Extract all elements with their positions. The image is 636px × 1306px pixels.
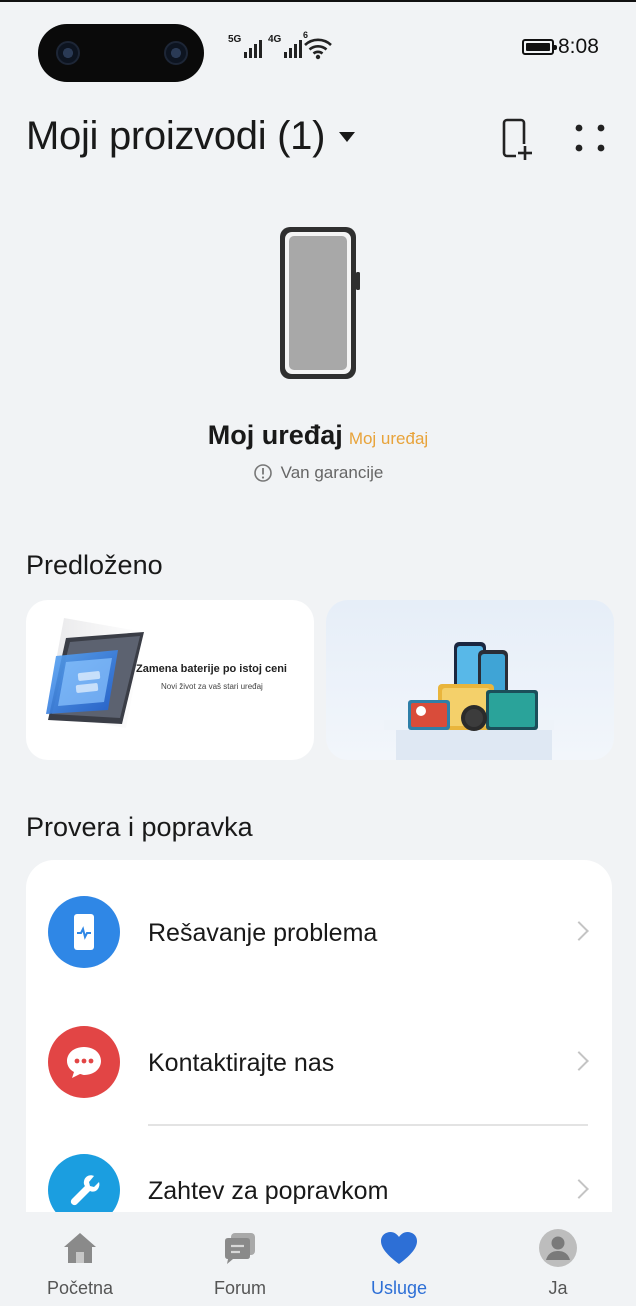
camera-lens-left (56, 41, 80, 65)
nav-label-home: Početna (46, 1278, 114, 1298)
add-device-button[interactable] (498, 116, 538, 162)
signal-4g-icon: 4G (268, 34, 303, 58)
warranty-text: Van garancije (280, 463, 384, 482)
add-device-icon (502, 118, 534, 162)
signal-5g-icon: 5G (228, 34, 263, 58)
device-tag: Moj uređaj (348, 429, 429, 448)
product-selector[interactable]: Moji proizvodi (1) (26, 114, 356, 159)
wifi-6-label: 6 (303, 30, 309, 40)
status-time: 8:08 (558, 35, 599, 58)
info-icon (253, 464, 272, 482)
chevron-right-icon (569, 1051, 589, 1071)
camera-lens-right (164, 41, 188, 65)
profile-icon (538, 1228, 578, 1268)
nav-item-home[interactable]: Početna (20, 1212, 140, 1306)
nav-item-services[interactable]: Usluge (339, 1212, 459, 1306)
screen: 5G 4G 6 8:08 Moji proizvodi (1) Moj uređ… (0, 0, 636, 1306)
suggested-section-title: Predloženo (26, 550, 163, 580)
promo-card-products[interactable] (326, 600, 614, 760)
phone-diagnose-icon (48, 896, 120, 968)
battery-icon (522, 39, 557, 55)
network-label-4g: 4G (268, 34, 282, 45)
device-image[interactable] (272, 224, 364, 382)
device-name-row[interactable]: Moj uređaj Moj uređaj (0, 420, 636, 451)
promo-battery-subtitle: Novi život za vaš stari uređaj (161, 682, 263, 691)
promo-battery-title: Zamena baterije po istoj ceni (136, 663, 287, 675)
chevron-right-icon (569, 1179, 589, 1199)
list-label-repair-request: Zahtev za popravkom (148, 1177, 389, 1205)
phone-illustration-icon (280, 227, 360, 379)
status-bar: 5G 4G 6 8:08 (0, 2, 636, 92)
wifi-icon: 6 (302, 30, 334, 65)
page-title: Moji proizvodi (1) (26, 114, 326, 158)
camera-cutout (38, 24, 204, 82)
chat-bubble-icon (48, 1026, 120, 1098)
battery-replacement-illustration (46, 618, 144, 728)
repair-section-title: Provera i popravka (26, 812, 253, 842)
nav-label-forum: Forum (213, 1278, 266, 1298)
grid-dots-icon (575, 124, 605, 152)
caret-down-icon (339, 131, 356, 142)
bottom-navigation: Početna Forum Usluge Ja (0, 1212, 636, 1306)
heart-icon (379, 1228, 419, 1268)
nav-item-me[interactable]: Ja (498, 1212, 618, 1306)
forum-icon (220, 1228, 260, 1268)
nav-label-services: Usluge (370, 1278, 428, 1298)
warranty-status: Van garancije (0, 463, 636, 483)
products-illustration (384, 642, 554, 760)
list-label-contact: Kontaktirajte nas (148, 1049, 335, 1077)
list-label-troubleshooting: Rešavanje problema (148, 919, 378, 947)
more-options-button[interactable] (568, 116, 612, 160)
list-item-contact[interactable]: Kontaktirajte nas (26, 994, 612, 1104)
home-icon (60, 1228, 100, 1268)
network-label-5g: 5G (228, 34, 242, 45)
device-name: Moj uređaj (207, 420, 343, 450)
nav-label-me: Ja (548, 1278, 568, 1298)
chevron-right-icon (569, 921, 589, 941)
promo-card-battery[interactable]: Zamena baterije po istoj ceni Novi život… (26, 600, 314, 760)
nav-item-forum[interactable]: Forum (180, 1212, 300, 1306)
list-item-troubleshooting[interactable]: Rešavanje problema (26, 864, 612, 974)
